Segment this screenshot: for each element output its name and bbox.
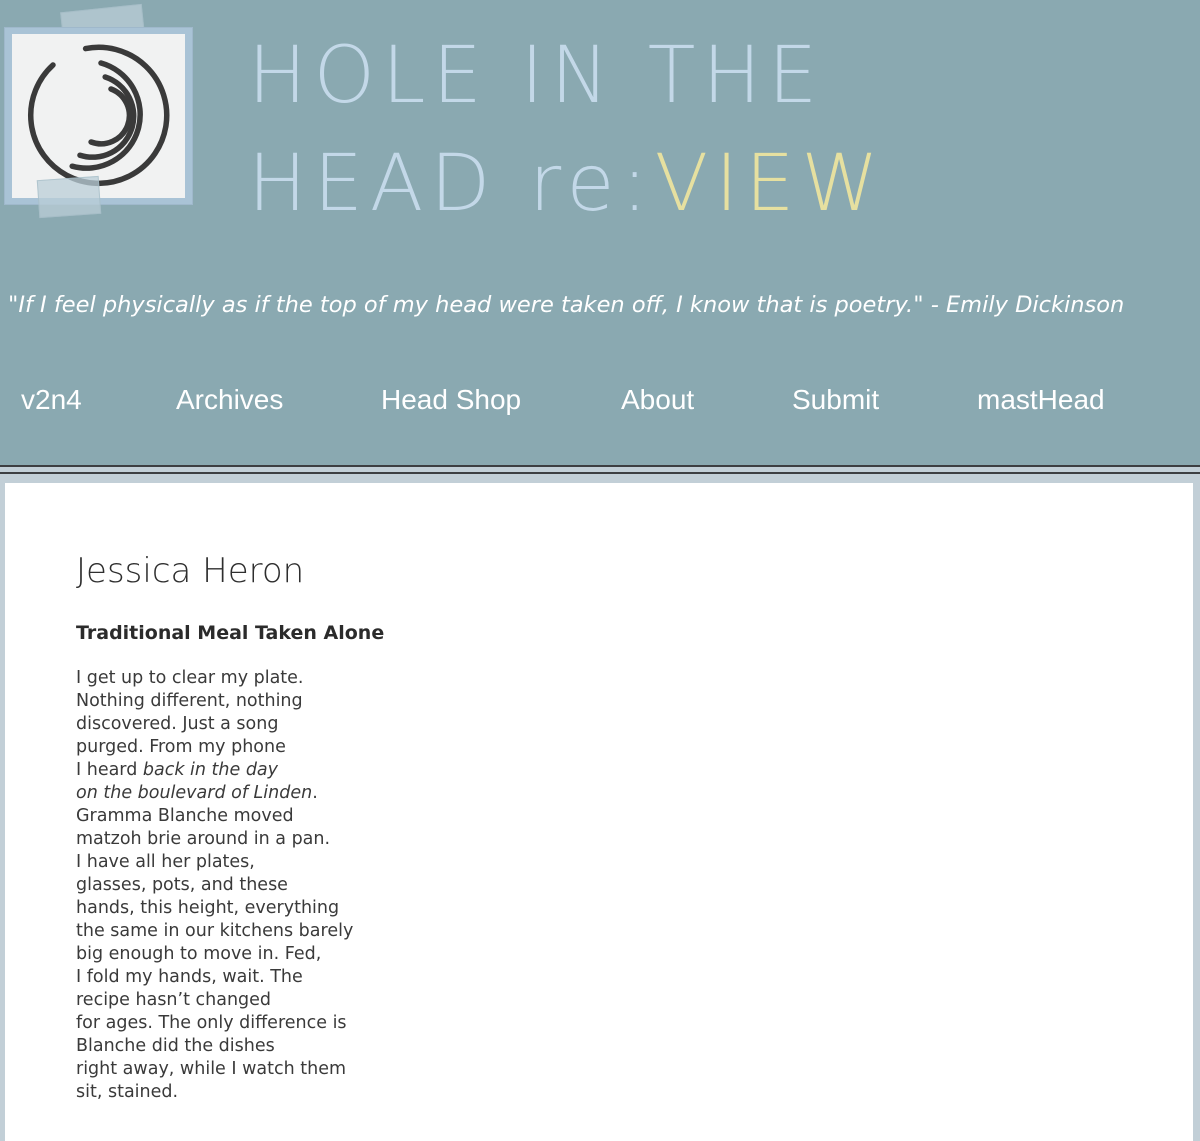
poem-line: discovered. Just a song [76,714,279,734]
header-divider [0,465,1200,467]
site-title-accent: VIEW [654,139,886,229]
nav-item-head-shop[interactable]: Head Shop [381,384,521,416]
poem-line: matzoh brie around in a pan. [76,829,331,849]
poem-line: I get up to clear my plate. [76,668,304,688]
concentric-arcs-logo-icon [28,44,170,187]
poem-line: on the boulevard of Linden. [76,782,353,805]
poem-line: glasses, pots, and these [76,875,288,895]
poem-italic-text: back in the day [142,760,279,780]
poem-line: the same in our kitchens barely [76,921,354,941]
nav-item-archives[interactable]: Archives [176,384,283,416]
poem-text: . [312,783,318,803]
nav-item-masthead[interactable]: mastHead [977,384,1105,416]
poem-body: I get up to clear my plate. Nothing diff… [76,667,353,1104]
poem-line: I have all her plates, [76,852,255,872]
main-nav: v2n4 Archives Head Shop About Submit mas… [0,384,1200,424]
site-header: HOLE IN THE HEAD re:VIEW "If I feel phys… [0,0,1200,467]
poem-line: sit, stained. [76,1082,179,1102]
poem-line: hands, this height, everything [76,898,340,918]
poem-line: purged. From my phone [76,737,286,757]
poem-line: I fold my hands, wait. The [76,967,303,987]
poem-line: big enough to move in. Fed, [76,944,322,964]
poem-line: right away, while I watch them [76,1059,347,1079]
header-divider [0,472,1200,474]
main-content: Jessica Heron Traditional Meal Taken Alo… [5,483,1193,1141]
nav-item-about[interactable]: About [621,384,694,416]
site-title-prefix: HEAD re: [248,139,655,229]
poem-text: I heard [76,760,143,780]
poem-line: Blanche did the dishes [76,1036,275,1056]
poem-italic-text: on the boulevard of Linden [76,783,313,803]
nav-item-v2n4[interactable]: v2n4 [21,384,82,416]
site-title-line-1: HOLE IN THE [248,31,825,121]
poem-line: Gramma Blanche moved [76,806,294,826]
site-title[interactable]: HOLE IN THE HEAD re:VIEW [248,22,886,238]
author-name: Jessica Heron [76,551,305,591]
nav-item-submit[interactable]: Submit [792,384,879,416]
poem-line: I heard back in the day [76,759,353,782]
tape-decoration [36,175,102,219]
poem-line: for ages. The only difference is [76,1013,347,1033]
logo-background [12,34,185,198]
site-title-line-2: HEAD re:VIEW [248,130,886,238]
epigraph-quote: "If I feel physically as if the top of m… [8,292,1125,318]
poem-line: Nothing different, nothing [76,691,303,711]
poem-line: recipe hasn’t changed [76,990,272,1010]
poem-title: Traditional Meal Taken Alone [76,622,385,644]
